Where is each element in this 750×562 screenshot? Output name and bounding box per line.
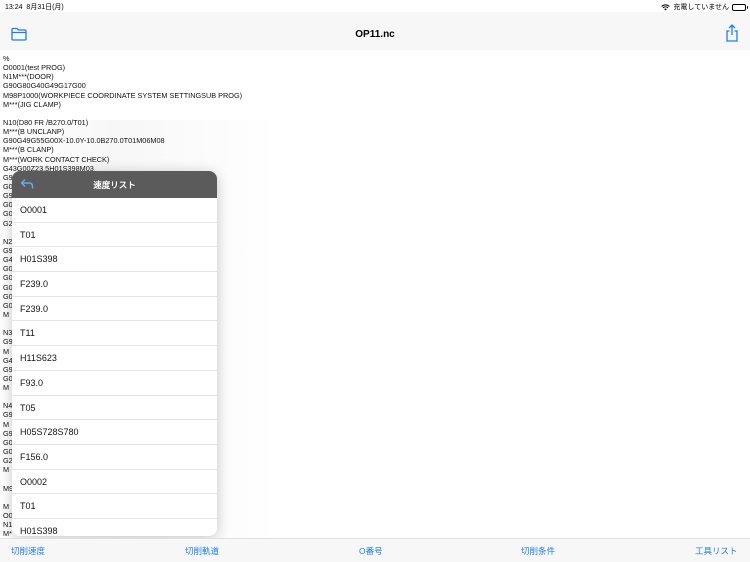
list-item[interactable]: H01S398 xyxy=(12,519,217,536)
code-line: N10(D80 FR /B270.0/T01) xyxy=(3,117,89,127)
speed-list-popover: 速度リスト O0001 T01 H01S398 F239.0 F239.0 T11 H11S… xyxy=(12,171,217,536)
list-item[interactable]: H05S728S780 xyxy=(12,420,217,445)
code-line: O0001(test PROG) xyxy=(3,63,66,73)
list-item[interactable]: F239.0 xyxy=(12,272,217,297)
list-item[interactable]: F239.0 xyxy=(12,297,217,322)
list-item[interactable]: O0001 xyxy=(12,198,217,223)
list-item[interactable]: T01 xyxy=(12,223,217,248)
speed-list: O0001 T01 H01S398 F239.0 F239.0 T11 H11S623 F93… xyxy=(12,198,217,536)
code-line: M***(WORK CONTACT CHECK) xyxy=(3,154,110,164)
code-line: M***(JIG CLAMP) xyxy=(3,99,61,109)
tab-bar: 切削速度 切削軌道 O番号 切削条件 工具リスト xyxy=(0,538,750,562)
wifi-icon xyxy=(661,4,671,10)
tab-o-number[interactable]: O番号 xyxy=(359,545,383,557)
code-line: % xyxy=(3,54,10,63)
list-item[interactable]: T01 xyxy=(12,494,217,519)
status-date: 8月31日(月) xyxy=(26,4,64,11)
tab-tool-list[interactable]: 工具リスト xyxy=(695,545,738,557)
status-time: 13:24 8月31日(月) xyxy=(5,2,64,12)
list-item[interactable]: H01S398 xyxy=(12,247,217,273)
list-item[interactable]: H11S623 xyxy=(12,346,217,371)
popover-header: 速度リスト xyxy=(12,171,217,198)
battery-icon xyxy=(732,3,748,11)
tab-cutting-speed[interactable]: 切削速度 xyxy=(11,545,45,557)
nav-title: OP11.nc xyxy=(355,29,395,40)
list-item[interactable]: O0002 xyxy=(12,470,217,495)
code-line: G90G80G40G49G17G00 xyxy=(3,81,86,91)
code-line: G90G49G55G00X-10.0Y-10.0B270.0T01M06M08 xyxy=(3,136,165,146)
list-item[interactable]: T05 xyxy=(12,396,217,421)
status-right: 充電していません xyxy=(661,2,748,12)
tab-cutting-path[interactable]: 切削軌道 xyxy=(185,545,219,557)
code-line: N1M***(DOOR) xyxy=(3,72,54,82)
code-line: M***(B UNCLANP) xyxy=(3,127,65,137)
list-item[interactable]: F156.0 xyxy=(12,445,217,470)
status-bar: 13:24 8月31日(月) 充電していません xyxy=(0,0,750,12)
tab-cutting-conditions[interactable]: 切削条件 xyxy=(521,545,555,557)
nav-bar: OP11.nc xyxy=(0,12,750,50)
code-line: M***(B CLANP) xyxy=(3,145,54,155)
share-icon[interactable] xyxy=(725,24,739,42)
charging-status: 充電していません xyxy=(673,4,729,11)
status-clock: 13:24 xyxy=(5,4,23,11)
code-line: M98P1000(WORKPIECE COORDINATE SYSTEM SET… xyxy=(3,90,243,100)
list-item[interactable]: F93.0 xyxy=(12,371,217,396)
popover-title: 速度リスト xyxy=(93,180,136,190)
list-item[interactable]: T11 xyxy=(12,321,217,347)
